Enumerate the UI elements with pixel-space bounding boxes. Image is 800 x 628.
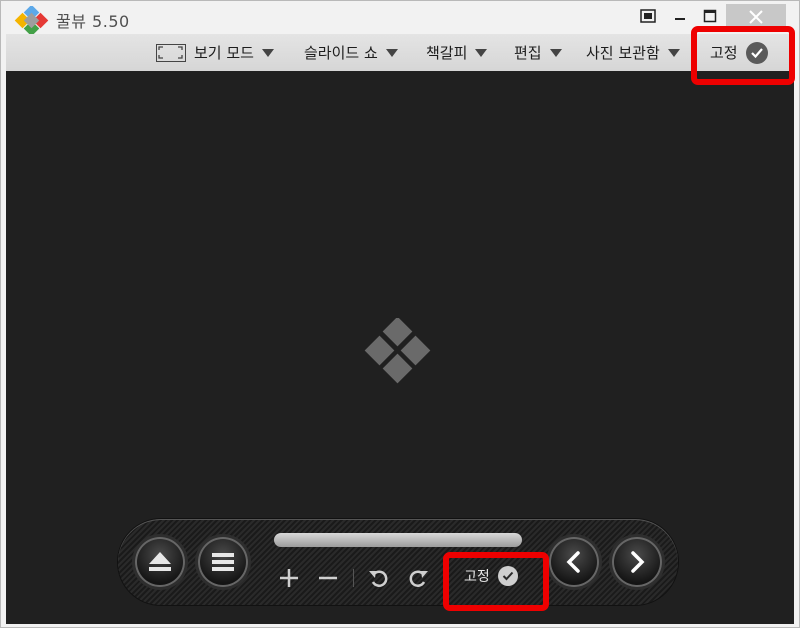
menu-bookmark-label: 책갈피: [426, 44, 468, 62]
app-logo-icon: [14, 6, 49, 36]
menu-edit[interactable]: 편집: [514, 34, 562, 71]
rotate-right-button[interactable]: [406, 567, 430, 589]
open-file-button[interactable]: [135, 537, 185, 587]
menu-slideshow-label: 슬라이드 쇼: [304, 44, 378, 62]
caret-down-icon: [385, 48, 398, 57]
app-version: 5.50: [92, 12, 130, 31]
menu-edit-label: 편집: [514, 44, 542, 62]
title-bar: 꿀뷰 5.50: [0, 0, 800, 36]
menu-slideshow[interactable]: 슬라이드 쇼: [304, 34, 398, 71]
menu-view-mode-label: 보기 모드: [194, 44, 254, 62]
highlight-box-menu-fix: [691, 26, 795, 85]
caret-down-icon: [549, 48, 562, 57]
rotate-left-icon: [369, 570, 388, 587]
eject-icon: [149, 552, 171, 571]
placeholder-logo-icon: [364, 318, 431, 384]
fullscreen-frame-icon: [156, 43, 186, 62]
menu-photo-storage-label: 사진 보관함: [586, 44, 660, 62]
bottom-control-bar: 고정: [118, 519, 678, 605]
rotate-right-icon: [409, 570, 428, 587]
app-name: 꿀뷰: [56, 12, 87, 31]
zoom-in-button[interactable]: [277, 567, 301, 589]
window-title: 꿀뷰 5.50: [56, 8, 130, 32]
toolbar-separator: [353, 569, 354, 587]
caret-down-icon: [667, 48, 680, 57]
menu-bar: 보기 모드 슬라이드 쇼 책갈피 편집 사진 보관함 고정: [6, 34, 794, 72]
chevron-right-icon: [631, 551, 645, 573]
minimize-icon: [675, 18, 685, 20]
previous-image-button[interactable]: [549, 537, 599, 587]
caret-down-icon: [261, 48, 274, 57]
chevron-left-icon: [566, 551, 580, 573]
app-window: 꿀뷰 5.50 보기 모드 슬라이드 쇼 책갈피 편집 사진 보관함 고정 고정: [0, 0, 800, 628]
caret-down-icon: [475, 48, 488, 57]
file-list-button[interactable]: [198, 537, 248, 587]
close-icon: [749, 10, 763, 24]
menu-photo-storage[interactable]: 사진 보관함: [586, 34, 680, 71]
maximize-icon: [703, 9, 717, 23]
menu-list-icon: [212, 553, 234, 571]
zoom-out-button[interactable]: [316, 567, 340, 589]
compact-mode-button[interactable]: [636, 2, 660, 30]
rotate-left-button[interactable]: [367, 567, 391, 589]
next-image-button[interactable]: [612, 537, 662, 587]
minus-icon: [319, 576, 337, 580]
compact-icon: [640, 9, 656, 23]
minimize-button[interactable]: [668, 2, 692, 30]
plus-icon: [280, 569, 298, 587]
highlight-box-bottom-fix: [443, 552, 549, 611]
menu-bookmark[interactable]: 책갈피: [426, 34, 488, 71]
menu-view-mode[interactable]: 보기 모드: [156, 34, 274, 71]
progress-slider[interactable]: [274, 533, 522, 547]
